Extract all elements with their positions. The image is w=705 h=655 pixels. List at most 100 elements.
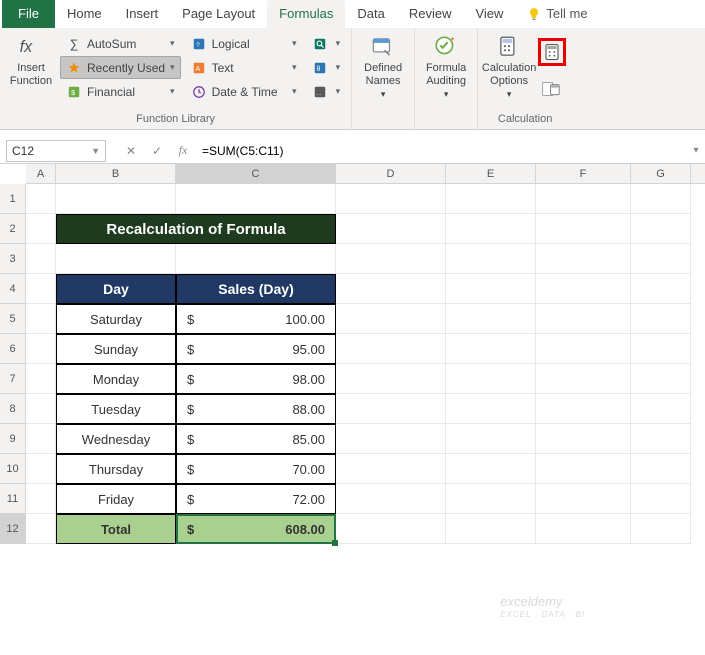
fx-button[interactable]: fx (172, 141, 194, 161)
tab-formulas[interactable]: Formulas (267, 0, 345, 28)
text-icon: A (191, 60, 207, 76)
colhead-f[interactable]: F (536, 164, 631, 183)
rowhead-11[interactable]: 11 (0, 484, 26, 514)
rowhead-5[interactable]: 5 (0, 304, 26, 334)
recently-used-button[interactable]: Recently Used ▾ (60, 56, 181, 79)
calculate-now-button[interactable] (538, 38, 566, 66)
tab-file[interactable]: File (2, 0, 55, 28)
sales-cell[interactable]: $100.00 (176, 304, 336, 334)
tab-review[interactable]: Review (397, 0, 464, 28)
day-cell[interactable]: Thursday (56, 454, 176, 484)
svg-text:?: ? (196, 41, 200, 48)
sales-value: 85.00 (292, 432, 325, 447)
sales-value: 72.00 (292, 492, 325, 507)
colhead-a[interactable]: A (26, 164, 56, 183)
sales-cell[interactable]: $95.00 (176, 334, 336, 364)
day-cell[interactable]: Friday (56, 484, 176, 514)
financial-button[interactable]: $ Financial ▾ (60, 80, 181, 103)
chevron-down-icon: ▾ (444, 89, 449, 99)
currency-symbol: $ (187, 462, 194, 477)
defined-names-button[interactable]: Defined Names ▾ (358, 32, 408, 100)
calculate-sheet-button[interactable] (541, 80, 563, 98)
header-sales[interactable]: Sales (Day) (176, 274, 336, 304)
more-icon: … (312, 84, 328, 100)
logical-button[interactable]: ? Logical ▾ (185, 32, 303, 55)
rowhead-6[interactable]: 6 (0, 334, 26, 364)
rowhead-9[interactable]: 9 (0, 424, 26, 454)
sales-value: 100.00 (285, 312, 325, 327)
rowhead-8[interactable]: 8 (0, 394, 26, 424)
expand-formula-bar-button[interactable]: ▾ (687, 145, 705, 156)
rowhead-2[interactable]: 2 (0, 214, 26, 244)
group-calculation: Calculation Options ▾ Calculation (478, 28, 572, 129)
sales-cell[interactable]: $72.00 (176, 484, 336, 514)
header-day[interactable]: Day (56, 274, 176, 304)
chevron-down-icon: ▾ (292, 38, 297, 49)
colhead-e[interactable]: E (446, 164, 536, 183)
sales-cell[interactable]: $88.00 (176, 394, 336, 424)
rowhead-4[interactable]: 4 (0, 274, 26, 304)
colhead-g[interactable]: G (631, 164, 691, 183)
sheet-title[interactable]: Recalculation of Formula (56, 214, 336, 244)
recently-used-label: Recently Used (87, 61, 165, 75)
check-icon: ✓ (152, 144, 162, 158)
x-icon: ✕ (126, 144, 136, 158)
lightbulb-icon (527, 7, 541, 21)
day-cell[interactable]: Monday (56, 364, 176, 394)
tab-tell-me[interactable]: Tell me (515, 0, 599, 28)
total-value-cell[interactable]: $ 608.00 (176, 514, 336, 544)
insert-function-button[interactable]: fx Insert Function (6, 32, 56, 87)
group-spacer (358, 110, 408, 129)
group-function-library: fx Insert Function ∑ AutoSum ▾ Recently … (0, 28, 352, 129)
formula-input[interactable] (194, 140, 687, 162)
sales-cell[interactable]: $70.00 (176, 454, 336, 484)
text-button[interactable]: A Text ▾ (185, 56, 303, 79)
currency-symbol: $ (187, 342, 194, 357)
rowhead-12[interactable]: 12 (0, 514, 26, 544)
rowhead-10[interactable]: 10 (0, 454, 26, 484)
rowhead-1[interactable]: 1 (0, 184, 26, 214)
day-cell[interactable]: Tuesday (56, 394, 176, 424)
chevron-down-icon: ▾ (170, 38, 175, 49)
day-cell[interactable]: Saturday (56, 304, 176, 334)
colhead-c[interactable]: C (176, 164, 336, 183)
tab-page-layout[interactable]: Page Layout (170, 0, 267, 28)
formula-auditing-button[interactable]: Formula Auditing ▾ (421, 32, 471, 100)
rowhead-7[interactable]: 7 (0, 364, 26, 394)
clock-icon (191, 84, 207, 100)
tab-view[interactable]: View (463, 0, 515, 28)
autosum-button[interactable]: ∑ AutoSum ▾ (60, 32, 181, 55)
enter-formula-button[interactable]: ✓ (146, 141, 168, 161)
day-cell[interactable]: Wednesday (56, 424, 176, 454)
tab-insert[interactable]: Insert (114, 0, 171, 28)
lookup-button[interactable]: ▾ (307, 32, 346, 55)
sales-cell[interactable]: $98.00 (176, 364, 336, 394)
more-functions-button[interactable]: …▾ (307, 80, 346, 103)
calculator-small-icon (543, 43, 561, 61)
text-label: Text (212, 61, 234, 75)
rowhead-3[interactable]: 3 (0, 244, 26, 274)
defined-names-icon (370, 34, 396, 60)
colhead-d[interactable]: D (336, 164, 446, 183)
formula-bar-row: C12 ▼ ✕ ✓ fx ▾ (0, 138, 705, 164)
tab-data[interactable]: Data (345, 0, 396, 28)
total-label-cell[interactable]: Total (56, 514, 176, 544)
day-cell[interactable]: Sunday (56, 334, 176, 364)
cells-area[interactable]: Day Sales (Day) Saturday$100.00Sunday$95… (26, 184, 705, 544)
colhead-b[interactable]: B (56, 164, 176, 183)
column-headers: A B C D E F G (26, 164, 705, 184)
date-time-label: Date & Time (212, 85, 278, 99)
logical-label: Logical (212, 37, 250, 51)
cancel-formula-button[interactable]: ✕ (120, 141, 142, 161)
date-time-button[interactable]: Date & Time ▾ (185, 80, 303, 103)
tell-me-label: Tell me (546, 0, 587, 28)
sales-cell[interactable]: $85.00 (176, 424, 336, 454)
theta-icon: θ (312, 60, 328, 76)
star-icon (66, 60, 82, 76)
calculation-options-button[interactable]: Calculation Options ▾ (484, 32, 534, 100)
function-library-label: Function Library (6, 110, 345, 129)
name-box[interactable]: C12 ▼ (6, 140, 106, 162)
fx-icon: fx (179, 143, 188, 158)
tab-home[interactable]: Home (55, 0, 114, 28)
math-button[interactable]: θ▾ (307, 56, 346, 79)
